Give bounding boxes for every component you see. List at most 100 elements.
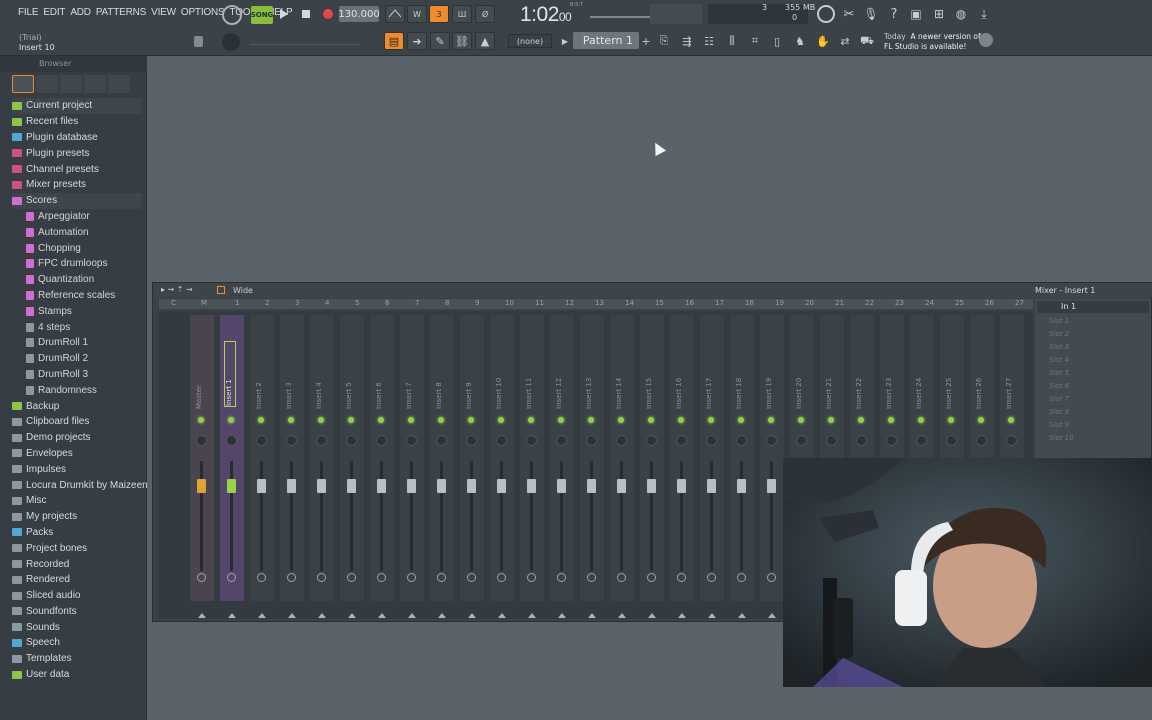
lock-icon[interactable] xyxy=(194,36,203,47)
pan-knob[interactable] xyxy=(496,435,507,446)
browser-item[interactable]: Mixer presets xyxy=(12,177,142,193)
menu-options[interactable]: OPTIONS xyxy=(181,7,225,18)
playlist-button[interactable]: ▤ xyxy=(384,32,404,50)
pan-knob[interactable] xyxy=(676,435,687,446)
stamp-icon[interactable]: ▲ xyxy=(475,32,495,50)
volume-fader-handle[interactable] xyxy=(467,479,476,493)
plugin-picker-icon[interactable]: ♞ xyxy=(790,32,810,50)
pan-knob[interactable] xyxy=(796,435,807,446)
volume-fader-handle[interactable] xyxy=(197,479,206,493)
strip-enable-led[interactable] xyxy=(498,417,504,423)
draw-tool-button[interactable]: ✎ xyxy=(430,32,450,50)
pattern-prev-icon[interactable]: ▶ xyxy=(559,34,571,48)
volume-fader-handle[interactable] xyxy=(647,479,656,493)
browser-item[interactable]: Backup xyxy=(12,398,142,414)
stereo-separation-icon[interactable] xyxy=(527,573,536,582)
volume-fader-track[interactable] xyxy=(770,461,773,571)
browser-item[interactable]: Rendered xyxy=(12,572,142,588)
browser-item[interactable]: Plugin presets xyxy=(12,145,142,161)
loop-record-button[interactable]: Ø xyxy=(475,5,495,23)
route-arrow-icon[interactable] xyxy=(588,613,596,618)
wait-button[interactable]: W xyxy=(407,5,427,23)
browser-cloud-icon[interactable] xyxy=(108,75,130,93)
play-button[interactable] xyxy=(276,6,292,22)
mixer-strip[interactable]: Insert 9 xyxy=(457,311,487,618)
download-icon[interactable]: ⤓ xyxy=(975,5,993,23)
pan-knob[interactable] xyxy=(346,435,357,446)
news-line-2[interactable]: FL Studio is available! xyxy=(884,42,966,51)
stop-button[interactable] xyxy=(298,6,314,22)
strip-enable-led[interactable] xyxy=(798,417,804,423)
help-icon[interactable]: ? xyxy=(885,5,903,23)
strip-enable-led[interactable] xyxy=(378,417,384,423)
mixer-strip[interactable]: Insert 15 xyxy=(637,311,667,618)
stereo-separation-icon[interactable] xyxy=(197,573,206,582)
menu-add[interactable]: ADD xyxy=(70,7,91,18)
route-arrow-icon[interactable] xyxy=(408,613,416,618)
browser-item[interactable]: Envelopes xyxy=(12,446,142,462)
volume-fader-handle[interactable] xyxy=(347,479,356,493)
pattern-song-toggle[interactable] xyxy=(222,5,242,25)
shop-icon[interactable]: ⛟ xyxy=(857,32,877,50)
browser-item[interactable]: Randomness xyxy=(12,382,142,398)
volume-fader-handle[interactable] xyxy=(437,479,446,493)
browser-item[interactable]: Soundfonts xyxy=(12,604,142,620)
volume-fader-track[interactable] xyxy=(350,461,353,571)
strip-enable-led[interactable] xyxy=(1008,417,1014,423)
chat-icon[interactable]: ◍ xyxy=(952,5,970,23)
volume-fader-track[interactable] xyxy=(740,461,743,571)
pan-knob[interactable] xyxy=(976,435,987,446)
mixer-strip[interactable]: Insert 2 xyxy=(247,311,277,618)
volume-fader-track[interactable] xyxy=(410,461,413,571)
strip-enable-led[interactable] xyxy=(318,417,324,423)
add-pattern-icon[interactable]: + xyxy=(640,34,652,48)
stereo-separation-icon[interactable] xyxy=(467,573,476,582)
mixer-strip[interactable]: Insert 3 xyxy=(277,311,307,618)
volume-fader-track[interactable] xyxy=(380,461,383,571)
route-arrow-icon[interactable] xyxy=(708,613,716,618)
pan-knob[interactable] xyxy=(286,435,297,446)
volume-fader-track[interactable] xyxy=(290,461,293,571)
countdown-button[interactable]: 3 xyxy=(429,5,449,23)
browser-item[interactable]: DrumRoll 2 xyxy=(12,351,142,367)
volume-fader-track[interactable] xyxy=(200,461,203,571)
browser-plugin-icon[interactable] xyxy=(60,75,82,93)
mixer-strip[interactable]: Insert 16 xyxy=(667,311,697,618)
link-icon[interactable]: ⛓ xyxy=(452,32,472,50)
pan-knob[interactable] xyxy=(436,435,447,446)
mixer-strip[interactable]: Insert 10 xyxy=(487,311,517,618)
menu-edit[interactable]: EDIT xyxy=(43,7,65,18)
volume-fader-track[interactable] xyxy=(500,461,503,571)
pan-knob[interactable] xyxy=(256,435,267,446)
browser-item[interactable]: Demo projects xyxy=(12,430,142,446)
mixer-slot[interactable]: Slot 3 xyxy=(1035,343,1151,356)
pan-knob[interactable] xyxy=(646,435,657,446)
stereo-separation-icon[interactable] xyxy=(737,573,746,582)
tempo-tapper-icon[interactable]: ⇄ xyxy=(835,32,855,50)
pan-knob[interactable] xyxy=(766,435,777,446)
stereo-separation-icon[interactable] xyxy=(227,573,236,582)
stereo-separation-icon[interactable] xyxy=(317,573,326,582)
mixer-strip[interactable]: Insert 5 xyxy=(337,311,367,618)
browser-item[interactable]: Sliced audio xyxy=(12,588,142,604)
browser-item[interactable]: Reference scales xyxy=(12,288,142,304)
volume-fader-track[interactable] xyxy=(710,461,713,571)
pan-knob[interactable] xyxy=(406,435,417,446)
browser-item[interactable]: Arpeggiator xyxy=(12,209,142,225)
volume-fader-handle[interactable] xyxy=(557,479,566,493)
browser-item[interactable]: Locura Drumkit by Maizeeno xyxy=(12,477,153,493)
stereo-separation-icon[interactable] xyxy=(617,573,626,582)
route-arrow-icon[interactable] xyxy=(738,613,746,618)
news-line-1[interactable]: Today A newer version of xyxy=(884,32,981,41)
route-arrow-icon[interactable] xyxy=(678,613,686,618)
record-button[interactable] xyxy=(320,6,336,22)
pan-knob[interactable] xyxy=(1006,435,1017,446)
browser-item[interactable]: Scores xyxy=(12,192,142,209)
volume-fader-handle[interactable] xyxy=(407,479,416,493)
mic-icon[interactable]: 🎙 xyxy=(862,5,880,23)
project-icon[interactable]: ▯ xyxy=(767,32,787,50)
route-arrow-icon[interactable] xyxy=(198,613,206,618)
strip-enable-led[interactable] xyxy=(738,417,744,423)
browser-icon[interactable]: ⌗ xyxy=(745,32,765,50)
browser-file-icon[interactable] xyxy=(36,75,58,93)
